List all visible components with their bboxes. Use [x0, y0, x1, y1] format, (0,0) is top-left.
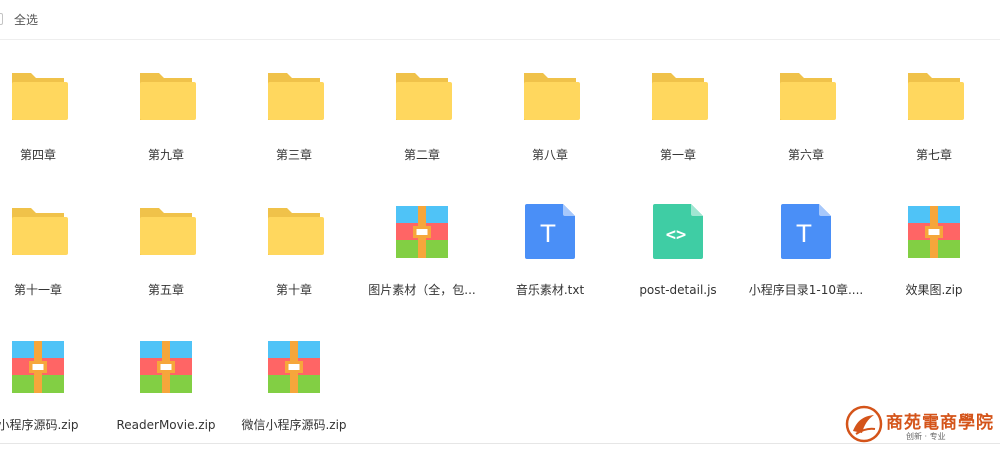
select-all-checkbox[interactable] — [0, 13, 3, 25]
folder-icon — [392, 67, 452, 127]
folder-item[interactable]: 第七章 — [870, 67, 998, 187]
item-label: 第二章 — [403, 148, 440, 162]
file-item[interactable]: T 小程序目录1-10章.... — [742, 202, 870, 322]
folder-item[interactable]: 第十章 — [230, 202, 358, 322]
item-label: post-detail.js — [639, 283, 717, 297]
svg-text:<>: <> — [666, 225, 686, 245]
folder-item[interactable]: 第五章 — [102, 202, 230, 322]
watermark-logo-icon — [845, 405, 883, 443]
item-label: 小程序目录1-10章.... — [748, 283, 864, 297]
folder-item[interactable]: 第九章 — [102, 67, 230, 187]
folder-item[interactable]: 第二章 — [358, 67, 486, 187]
file-item[interactable]: 效果图.zip — [870, 202, 998, 322]
watermark-title: 商苑電商學院 — [886, 413, 994, 433]
folder-icon — [8, 202, 68, 262]
file-item[interactable]: 小程序源码.zip — [0, 337, 102, 457]
folder-item[interactable]: 第八章 — [486, 67, 614, 187]
item-label: 效果图.zip — [905, 283, 963, 297]
file-item[interactable]: <> post-detail.js — [614, 202, 742, 322]
file-item[interactable]: 微信小程序源码.zip — [230, 337, 358, 457]
folder-icon — [520, 67, 580, 127]
text-file-icon: T — [520, 202, 580, 262]
item-label: 第十一章 — [13, 283, 62, 297]
zip-archive-icon — [8, 337, 68, 397]
toolbar: 全选 — [0, 0, 1000, 40]
zip-archive-icon — [264, 337, 324, 397]
item-label: 第十章 — [275, 283, 312, 297]
item-label: 第八章 — [531, 148, 568, 162]
watermark-subtitle: 创新 · 专业 — [906, 432, 946, 441]
item-label: ReaderMovie.zip — [116, 418, 216, 432]
item-label: 第五章 — [147, 283, 184, 297]
folder-item[interactable]: 第六章 — [742, 67, 870, 187]
zip-archive-icon — [904, 202, 964, 262]
folder-icon — [904, 67, 964, 127]
watermark: 商苑電商學院 创新 · 专业 — [842, 402, 1000, 446]
folder-icon — [264, 202, 324, 262]
folder-icon — [136, 67, 196, 127]
file-item[interactable]: T 音乐素材.txt — [486, 202, 614, 322]
svg-text:T: T — [540, 220, 556, 248]
item-label: 第三章 — [275, 148, 312, 162]
folder-icon — [136, 202, 196, 262]
zip-archive-icon — [392, 202, 452, 262]
select-all-label[interactable]: 全选 — [14, 12, 38, 28]
item-label: 第四章 — [19, 148, 56, 162]
folder-item[interactable]: 第十一章 — [0, 202, 102, 322]
folder-item[interactable]: 第三章 — [230, 67, 358, 187]
folder-item[interactable]: 第四章 — [0, 67, 102, 187]
code-file-icon: <> — [648, 202, 708, 262]
item-label: 音乐素材.txt — [515, 283, 585, 297]
file-item[interactable]: ReaderMovie.zip — [102, 337, 230, 457]
folder-icon — [648, 67, 708, 127]
item-label: 第一章 — [659, 148, 696, 162]
folder-icon — [264, 67, 324, 127]
item-label: 微信小程序源码.zip — [241, 418, 347, 432]
svg-text:T: T — [796, 220, 812, 248]
item-label: 图片素材（全，包... — [368, 283, 476, 297]
text-file-icon: T — [776, 202, 836, 262]
item-label: 小程序源码.zip — [0, 418, 79, 432]
folder-icon — [776, 67, 836, 127]
item-label: 第九章 — [147, 148, 184, 162]
file-item[interactable]: 图片素材（全，包... — [358, 202, 486, 322]
item-label: 第六章 — [787, 148, 824, 162]
folder-icon — [8, 67, 68, 127]
item-label: 第七章 — [915, 148, 952, 162]
folder-item[interactable]: 第一章 — [614, 67, 742, 187]
zip-archive-icon — [136, 337, 196, 397]
